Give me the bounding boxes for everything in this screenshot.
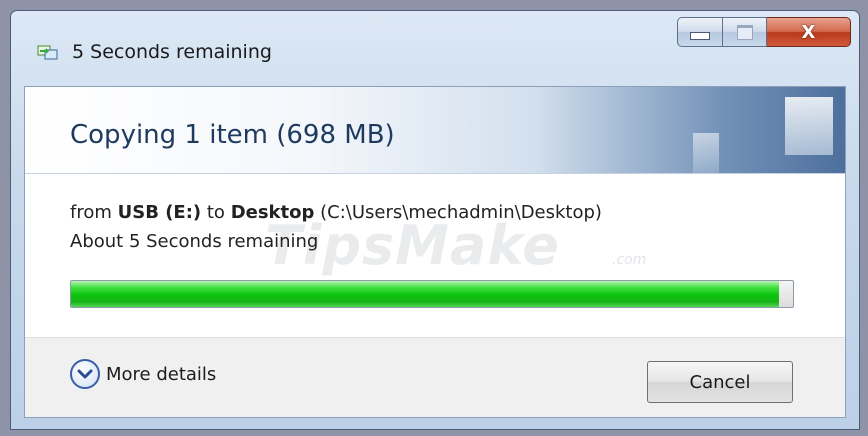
copy-files-icon [37, 45, 58, 60]
destination-location: Desktop [230, 202, 315, 223]
more-details-toggle[interactable]: More details [70, 359, 216, 389]
to-label: to [206, 202, 225, 223]
dialog-client-area: Copying 1 item (698 MB) TipsMake .com fr… [24, 86, 846, 418]
window-title: 5 Seconds remaining [72, 41, 272, 63]
progress-bar [70, 280, 794, 308]
header-decoration [693, 133, 719, 173]
header-decoration [785, 97, 833, 155]
cancel-button[interactable]: Cancel [647, 361, 793, 403]
more-details-label[interactable]: More details [106, 364, 216, 385]
caption-buttons: X [677, 17, 851, 53]
chevron-down-icon [77, 369, 93, 379]
minimize-button[interactable] [677, 17, 723, 47]
close-icon: X [801, 21, 816, 43]
title-bar[interactable]: 5 Seconds remaining X [11, 11, 859, 81]
screenshot-frame: 5 Seconds remaining X Copying 1 item (69… [0, 0, 868, 436]
minimize-icon [690, 32, 710, 40]
header-band: Copying 1 item (698 MB) [25, 87, 845, 174]
from-label: from [70, 202, 112, 223]
operation-title: Copying 1 item (698 MB) [70, 120, 395, 150]
chevron-down-circle-icon[interactable] [70, 359, 100, 389]
maximize-icon [736, 24, 753, 40]
time-remaining: About 5 Seconds remaining [70, 231, 319, 252]
watermark-suffix: .com [612, 252, 647, 268]
source-location: USB (E:) [117, 202, 202, 223]
transfer-route: from USB (E:) to Desktop (C:\Users\mecha… [70, 202, 602, 223]
close-button[interactable]: X [767, 17, 851, 47]
maximize-button[interactable] [723, 17, 767, 47]
progress-fill [71, 281, 779, 307]
destination-path: (C:\Users\mechadmin\Desktop) [320, 202, 602, 223]
copy-dialog-window: 5 Seconds remaining X Copying 1 item (69… [10, 10, 860, 430]
